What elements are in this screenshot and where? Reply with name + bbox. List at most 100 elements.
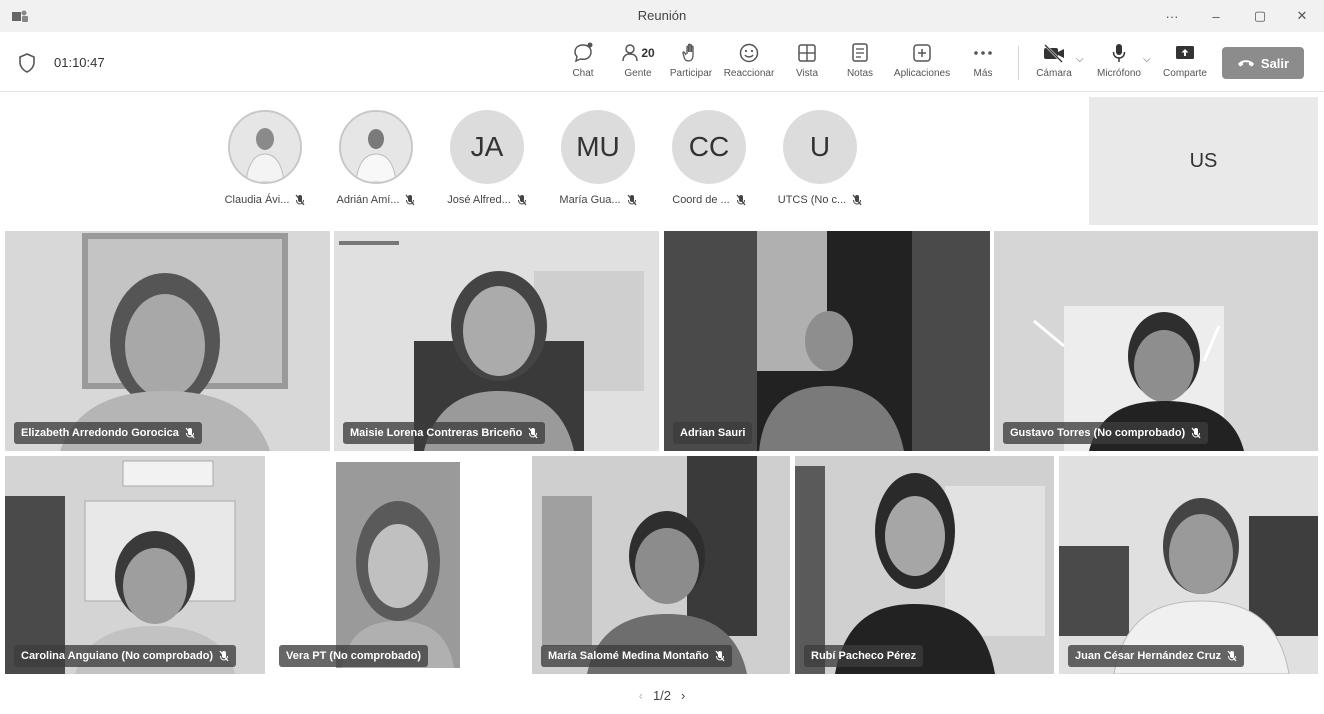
participant-name: Vera PT (No comprobado) (286, 650, 422, 662)
video-tile[interactable]: Rubí Pacheco Pérez (795, 456, 1054, 674)
chat-button[interactable]: Chat (568, 40, 598, 86)
avatar-initials: CC (672, 110, 746, 184)
video-feed (5, 231, 330, 451)
microphone-icon (1112, 44, 1126, 62)
window-title: Reunión (637, 8, 687, 23)
video-tile[interactable]: Gustavo Torres (No comprobado) (994, 231, 1318, 451)
participant-name: Adrian Sauri (680, 427, 746, 439)
notes-label: Notas (846, 68, 874, 79)
mic-muted-icon (406, 194, 415, 206)
camera-label: Cámara (1036, 68, 1072, 79)
mic-muted-icon (627, 194, 637, 206)
video-feed (270, 456, 527, 674)
self-initials: US (1168, 126, 1239, 196)
participant-name: Maisie Lorena Contreras Briceño (350, 427, 523, 439)
video-tile-active-speaker[interactable]: Vera PT (No comprobado) (270, 456, 527, 674)
more-icon (974, 51, 992, 55)
video-feed (532, 456, 790, 674)
participant-name: José Alfred... (447, 194, 511, 206)
raise-hand-label: Participar (669, 68, 713, 79)
mic-muted-icon (852, 194, 862, 206)
microphone-button[interactable]: Micrófono (1094, 40, 1144, 86)
share-button[interactable]: Comparte (1160, 40, 1210, 86)
participant-name: UTCS (No c... (777, 194, 847, 206)
mic-muted-icon (185, 427, 195, 439)
chevron-right-icon[interactable]: › (681, 688, 685, 703)
camera-options-chevron-icon[interactable]: ⌵ (1076, 54, 1084, 65)
apps-button[interactable]: Aplicaciones (890, 40, 954, 86)
camera-off-icon (1044, 44, 1064, 63)
avatar-initials: JA (450, 110, 524, 184)
video-tile[interactable]: Maisie Lorena Contreras Briceño (334, 231, 659, 451)
avatar-initials: U (783, 110, 857, 184)
mic-muted-icon (528, 427, 538, 439)
self-preview[interactable]: US (1089, 97, 1318, 225)
page-indicator: 1/2 (652, 687, 672, 703)
mic-muted-icon (1191, 427, 1201, 439)
tile-name-label: María Salomé Medina Montaño (541, 645, 732, 667)
participant-name: Rubí Pacheco Pérez (811, 650, 917, 662)
participant-avatar[interactable]: JA José Alfred... (432, 110, 542, 206)
raise-hand-button[interactable]: Participar (668, 40, 714, 86)
video-tile[interactable]: Adrian Sauri (664, 231, 990, 451)
grid-view-icon (798, 44, 816, 62)
react-button[interactable]: Reaccionar (722, 40, 776, 86)
video-tile[interactable]: Carolina Anguiano (No comprobado) (5, 456, 265, 674)
chevron-left-icon[interactable]: ‹ (639, 688, 643, 703)
profile-photo (230, 112, 300, 182)
tile-name-label: Juan César Hernández Cruz (1068, 645, 1245, 667)
participant-avatar[interactable]: Adrián Amí... (321, 110, 431, 206)
microphone-options-chevron-icon[interactable]: ⌵ (1143, 54, 1151, 65)
profile-photo (341, 112, 411, 182)
participant-name: Gustavo Torres (No comprobado) (1010, 427, 1186, 439)
people-label: Gente (624, 68, 652, 79)
participant-avatar[interactable]: MU María Gua... (543, 110, 653, 206)
share-label: Comparte (1163, 68, 1207, 79)
tile-name-label: Maisie Lorena Contreras Briceño (343, 422, 546, 444)
apps-label: Aplicaciones (893, 68, 951, 79)
add-apps-icon (913, 44, 931, 62)
leave-button[interactable]: Salir (1222, 47, 1304, 79)
participant-avatar[interactable]: CC Coord de ... (654, 110, 764, 206)
tile-name-label: Vera PT (No comprobado) (279, 645, 429, 667)
avatar (339, 110, 413, 184)
gallery-pager: ‹ 1/2 › (620, 684, 704, 706)
tile-name-label: Rubí Pacheco Pérez (804, 645, 924, 667)
smiley-icon (739, 43, 759, 63)
avatar-initials: MU (561, 110, 635, 184)
tile-name-label: Gustavo Torres (No comprobado) (1003, 422, 1209, 444)
view-button[interactable]: Vista (792, 40, 822, 86)
mic-muted-icon (517, 194, 527, 206)
video-tile[interactable]: Elizabeth Arredondo Gorocica (5, 231, 330, 451)
people-icon (622, 44, 639, 62)
participant-avatar[interactable]: U UTCS (No c... (765, 110, 875, 206)
minimize-button[interactable]: – (1196, 4, 1236, 28)
chat-label: Chat (572, 68, 594, 79)
participant-name: Claudia Ávi... (224, 194, 290, 206)
participant-name: Elizabeth Arredondo Gorocica (21, 427, 179, 439)
people-count: 20 (641, 46, 655, 60)
video-tile[interactable]: Juan César Hernández Cruz (1059, 456, 1318, 674)
avatar (228, 110, 302, 184)
participant-name: Carolina Anguiano (No comprobado) (21, 650, 214, 662)
hang-up-icon (1237, 60, 1254, 67)
participant-avatar[interactable]: Claudia Ávi... (210, 110, 320, 206)
close-button[interactable]: ✕ (1282, 4, 1322, 28)
more-button[interactable]: Más (968, 40, 998, 86)
meeting-timer: 01:10:47 (54, 55, 105, 70)
video-feed (795, 456, 1054, 674)
notes-button[interactable]: Notas (844, 40, 876, 86)
shield-icon (19, 53, 35, 73)
people-button[interactable]: 20 Gente (618, 40, 658, 86)
toolbar-separator (1018, 46, 1019, 80)
camera-button[interactable]: Cámara (1034, 40, 1074, 86)
video-tile[interactable]: María Salomé Medina Montaño (532, 456, 790, 674)
participant-name: Coord de ... (672, 194, 730, 206)
window-more-button[interactable]: ··· (1152, 4, 1192, 28)
participant-name: María Gua... (559, 194, 621, 206)
mic-muted-icon (715, 650, 725, 662)
video-feed (994, 231, 1318, 451)
tile-name-label: Carolina Anguiano (No comprobado) (14, 645, 237, 667)
title-bar: Reunión ··· – ▢ ✕ (0, 0, 1324, 32)
restore-button[interactable]: ▢ (1240, 4, 1280, 28)
